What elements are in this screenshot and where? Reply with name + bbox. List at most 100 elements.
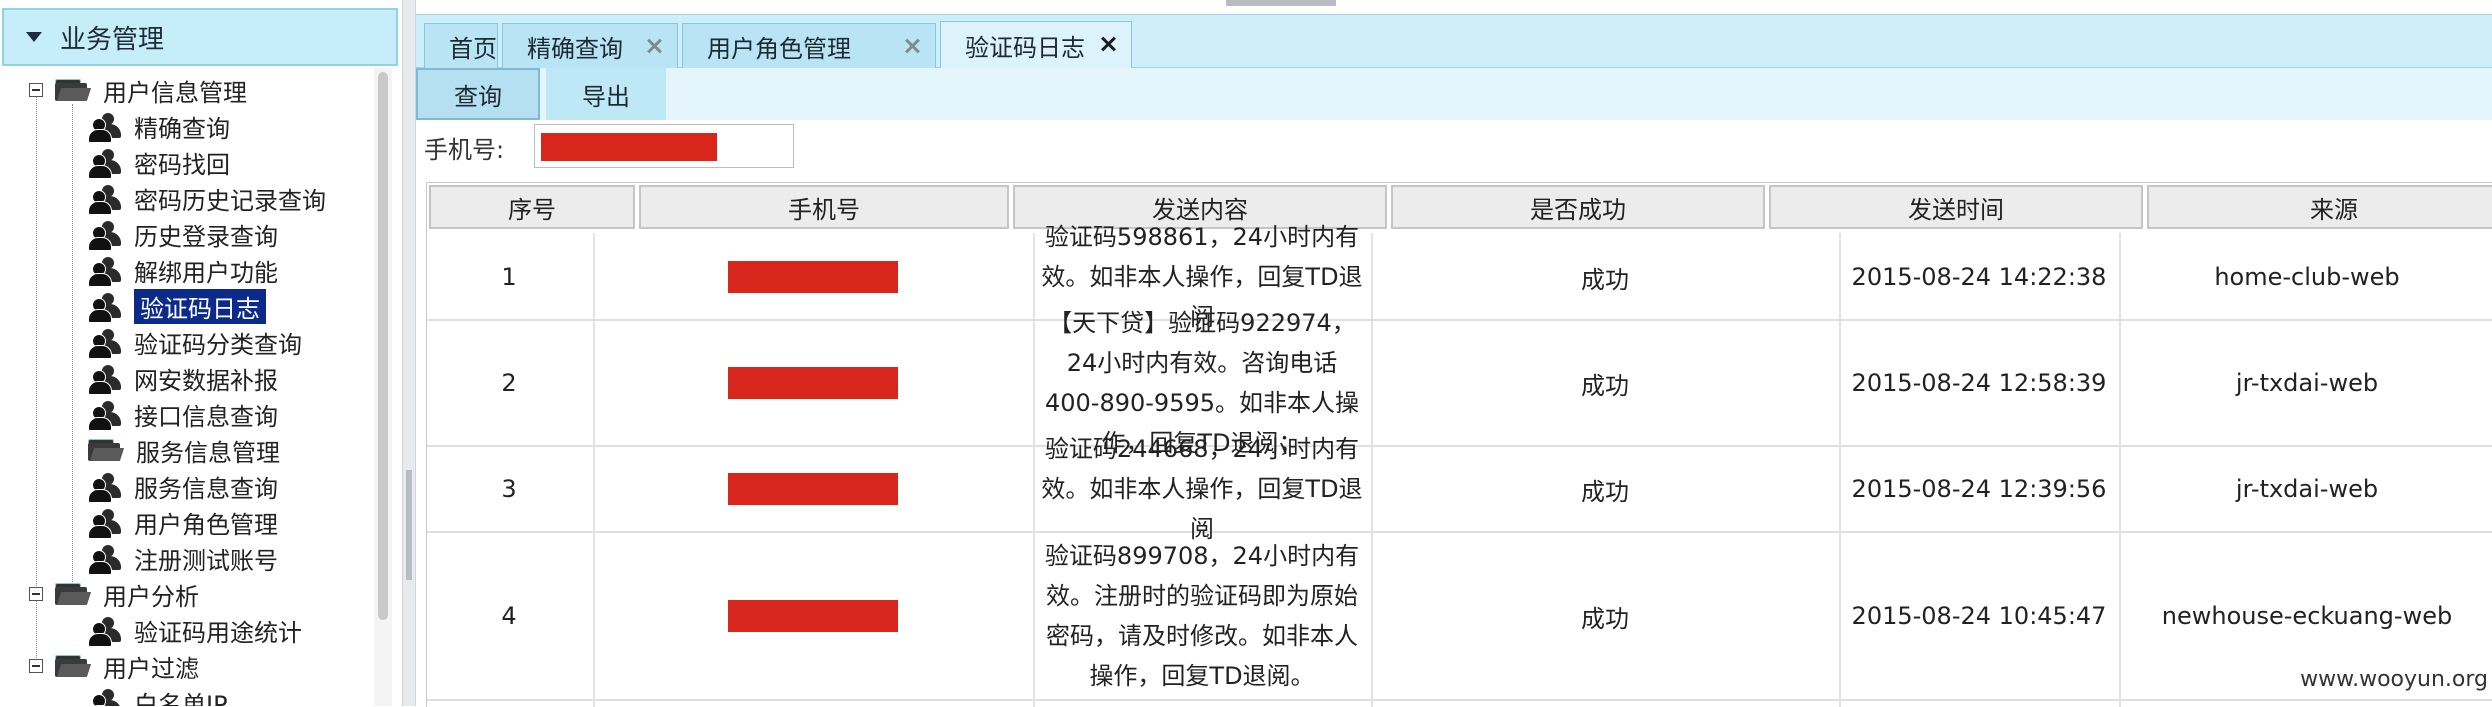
cell-success: 成功 (1581, 371, 1629, 400)
table-row[interactable]: 1 验证码598861，24小时内有效。如非本人操作，回复TD退阅 成功 201… (427, 223, 2492, 331)
table-row[interactable]: 2 【天下贷】验证码922974，24小时内有效。咨询电话400-890-959… (427, 309, 2492, 457)
top-panel-grip[interactable] (1226, 0, 1336, 6)
table-row[interactable]: 4 验证码899708，24小时内有效。注册时的验证码即为原始密码，请及时修改。… (427, 533, 2492, 701)
users-icon (88, 292, 122, 323)
redaction-block (728, 367, 898, 399)
sidebar-item-label: 密码历史记录查询 (134, 186, 326, 215)
redaction-block (728, 473, 898, 505)
sidebar-item-label: 白名单IP (134, 690, 228, 707)
sidebar-item-sms-code-category-query[interactable]: 验证码分类查询 (88, 324, 302, 360)
sidebar-item-label: 精确查询 (134, 114, 230, 143)
sidebar-item-label: 接口信息查询 (134, 402, 278, 431)
users-icon (88, 328, 122, 359)
collapse-toggle-icon[interactable] (29, 587, 43, 601)
sms-log-table: 序号 手机号 发送内容 是否成功 发送时间 来源 1 验证码598861，24小… (426, 182, 2492, 707)
export-button[interactable]: 导出 (546, 68, 666, 120)
tree-group-user-analysis[interactable]: 用户分析 (29, 576, 199, 612)
table-row[interactable]: 3 验证码244668，24小时内有效。如非本人操作，回复TD退阅 成功 201… (427, 435, 2492, 543)
cell-source: jr-txdai-web (2235, 369, 2379, 397)
column-header-label: 发送时间 (1908, 195, 2004, 224)
tab-home[interactable]: 首页 (424, 23, 498, 69)
cell-source: home-club-web (2214, 263, 2400, 291)
column-header-success[interactable]: 是否成功 (1391, 185, 1765, 229)
cell-content: 【天下贷】验证码922974，24小时内有效。咨询电话400-890-9595。… (1044, 309, 1359, 457)
watermark: www.wooyun.org (2300, 667, 2488, 692)
cell-content: 验证码244668，24小时内有效。如非本人操作，回复TD退阅 (1041, 435, 1363, 543)
column-header-label: 是否成功 (1530, 195, 1626, 224)
sidebar-item-unbind-user[interactable]: 解绑用户功能 (88, 252, 278, 288)
sidebar-item-label: 历史登录查询 (134, 222, 278, 251)
cell-send-time: 2015-08-24 12:39:56 (1851, 475, 2107, 503)
collapse-toggle-icon[interactable] (29, 83, 43, 97)
redaction-block (728, 600, 898, 632)
sidebar-item-register-test-account[interactable]: 注册测试账号 (88, 540, 278, 576)
sidebar-item-password-recovery[interactable]: 密码找回 (88, 144, 230, 180)
users-icon (88, 508, 122, 539)
tab-user-role-management[interactable]: 用户角色管理 (682, 23, 936, 69)
cell-success: 成功 (1581, 477, 1629, 506)
sidebar-item-api-info-query[interactable]: 接口信息查询 (88, 396, 278, 432)
sidebar-scrollbar[interactable] (374, 68, 392, 706)
redaction-block (728, 261, 898, 293)
cell-send-time: 2015-08-24 10:45:47 (1851, 602, 2107, 630)
cell-index: 4 (501, 602, 517, 630)
nav-tree: 用户信息管理 精确查询 密码找回 密码历史记录查询 历史登录查询 解绑用户功能 … (0, 68, 372, 706)
sidebar-item-password-history-query[interactable]: 密码历史记录查询 (88, 180, 326, 216)
sidebar: 业务管理 用户信息管理 精确查询 密码找回 密码历史记录查询 历史登录查询 解绑… (0, 0, 402, 706)
sidebar-item-precise-query[interactable]: 精确查询 (88, 108, 230, 144)
sidebar-item-service-info-management[interactable]: 服务信息管理 (88, 432, 280, 468)
phone-input[interactable] (534, 124, 794, 168)
sidebar-item-login-history-query[interactable]: 历史登录查询 (88, 216, 278, 252)
cell-content: 验证码899708，24小时内有效。注册时的验证码即为原始密码，请及时修改。如非… (1044, 542, 1360, 690)
users-icon (88, 112, 122, 143)
sidebar-item-label: 服务信息查询 (134, 474, 278, 503)
caret-down-icon[interactable] (26, 32, 42, 42)
layout-splitter[interactable] (402, 0, 416, 706)
panel-header-business-management[interactable]: 业务管理 (2, 8, 398, 66)
tab-precise-query[interactable]: 精确查询 (502, 23, 678, 69)
column-header-phone[interactable]: 手机号 (639, 185, 1009, 229)
users-icon (88, 364, 122, 395)
tree-group-label: 用户信息管理 (103, 78, 247, 107)
tree-group-user-filter[interactable]: 用户过滤 (29, 648, 199, 684)
sidebar-item-label-selected: 验证码日志 (134, 288, 266, 324)
cell-send-time: 2015-08-24 12:58:39 (1851, 369, 2107, 397)
tab-label: 首页 (449, 35, 497, 63)
sidebar-item-sms-code-usage-stats[interactable]: 验证码用途统计 (88, 612, 302, 648)
sidebar-item-label: 解绑用户功能 (134, 258, 278, 287)
splitter-grip[interactable] (406, 470, 412, 580)
export-button-label: 导出 (582, 82, 630, 111)
column-header-label: 来源 (2310, 195, 2358, 224)
tab-sms-code-log[interactable]: 验证码日志 (940, 21, 1132, 69)
sidebar-item-ip-whitelist[interactable]: 白名单IP (88, 684, 228, 706)
scrollbar-thumb[interactable] (378, 72, 388, 620)
tree-group-user-info-management[interactable]: 用户信息管理 (29, 72, 247, 108)
sidebar-item-user-role-management[interactable]: 用户角色管理 (88, 504, 278, 540)
panel-title: 业务管理 (60, 24, 165, 55)
column-header-source[interactable]: 来源 (2147, 185, 2492, 229)
close-icon[interactable] (1099, 35, 1117, 53)
close-icon[interactable] (903, 37, 921, 55)
phone-label: 手机号: (424, 135, 505, 164)
tab-bar: 首页 精确查询 用户角色管理 验证码日志 (416, 14, 2492, 69)
users-icon (88, 400, 122, 431)
cell-phone (595, 235, 1031, 319)
cell-phone (595, 533, 1031, 699)
column-header-index[interactable]: 序号 (429, 185, 635, 229)
tab-label: 精确查询 (527, 35, 623, 63)
sidebar-item-sms-code-log[interactable]: 验证码日志 (88, 288, 266, 324)
tab-label: 验证码日志 (965, 34, 1085, 62)
sidebar-item-label: 验证码分类查询 (134, 330, 302, 359)
cell-success: 成功 (1581, 265, 1629, 294)
folder-open-icon (55, 655, 92, 677)
sidebar-item-service-info-query[interactable]: 服务信息查询 (88, 468, 278, 504)
sidebar-item-label: 密码找回 (134, 150, 230, 179)
close-icon[interactable] (645, 37, 663, 55)
column-header-send-time[interactable]: 发送时间 (1769, 185, 2143, 229)
tree-group-label: 用户分析 (103, 582, 199, 611)
main-panel: 首页 精确查询 用户角色管理 验证码日志 查询 导出 手机号: 序号 手机号 发… (416, 0, 2492, 707)
collapse-toggle-icon[interactable] (29, 659, 43, 673)
sidebar-item-security-data-report[interactable]: 网安数据补报 (88, 360, 278, 396)
query-button[interactable]: 查询 (416, 68, 540, 120)
users-icon (88, 616, 122, 647)
